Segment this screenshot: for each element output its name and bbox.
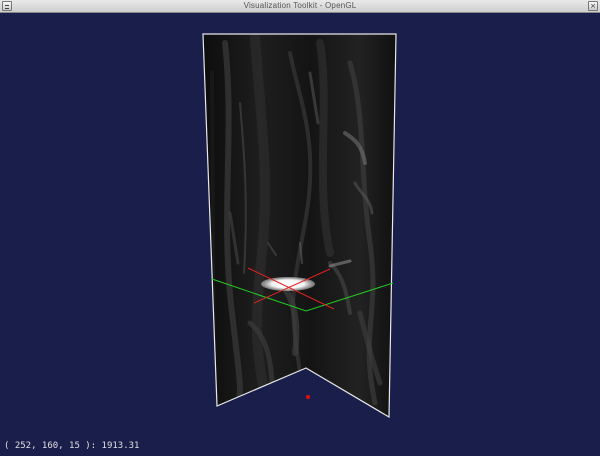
seed-point-marker[interactable] [306,395,310,399]
vtk-window: Visualization Toolkit - OpenGL × (252, … [0,0,600,456]
mri-slice[interactable] [200,31,400,421]
close-icon: × [590,2,596,10]
window-title: Visualization Toolkit - OpenGL [243,1,357,10]
title-bar[interactable]: Visualization Toolkit - OpenGL × [0,0,600,13]
coordinate-readout: ( 252, 160, 15 ): 1913.31 [4,441,140,451]
render-viewport[interactable]: ( 252, 160, 15 ): 1913.31 [0,13,600,456]
volume-scene[interactable] [0,13,600,456]
close-button[interactable]: × [588,1,598,11]
window-controls: × [588,1,598,11]
